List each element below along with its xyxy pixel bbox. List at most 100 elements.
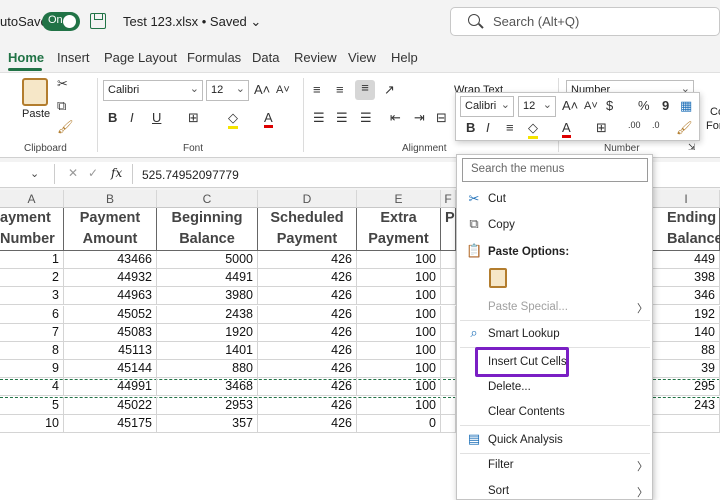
table-cell-payment-amount[interactable]: 45113	[64, 342, 157, 360]
header-cell-beginning-balance[interactable]: Beginning Balance	[157, 208, 258, 251]
tab-insert[interactable]: Insert	[57, 50, 90, 65]
header-cell-extra-payment[interactable]: Extra Payment	[357, 208, 441, 251]
table-cell-payment-amount[interactable]: 45022	[64, 396, 157, 415]
file-title[interactable]: Test 123.xlsx • Saved ⌄	[123, 14, 261, 30]
table-cell-payment-amount[interactable]: 45083	[64, 323, 157, 342]
mini-fill-color-icon[interactable]: ◇	[528, 120, 538, 139]
table-cell-scheduled-payment[interactable]: 426	[258, 251, 357, 269]
format-painter-icon[interactable]: 🖌	[57, 119, 74, 135]
dialog-launcher-icon[interactable]: ⇲	[688, 142, 696, 153]
table-cell-payment-amount[interactable]: 45052	[64, 305, 157, 324]
decrease-decimal-icon[interactable]: .0	[652, 120, 660, 130]
mini-decrease-font-icon[interactable]: A˅	[584, 100, 598, 112]
table-cell-scheduled-payment[interactable]: 426	[258, 360, 357, 379]
table-cell-f[interactable]	[441, 323, 456, 342]
table-cell-beginning-balance[interactable]: 2438	[157, 305, 258, 324]
header-cell-payment-amount[interactable]: Payment Amount	[64, 208, 157, 251]
table-cell-scheduled-payment[interactable]: 426	[258, 414, 357, 433]
format-cells-icon[interactable]: ▦	[680, 98, 692, 114]
table-cell-ending-balance[interactable]	[653, 414, 720, 433]
increase-decimal-icon[interactable]: .00	[628, 120, 641, 130]
table-cell-scheduled-payment[interactable]: 426	[258, 396, 357, 415]
table-cell-beginning-balance[interactable]: 2953	[157, 396, 258, 415]
table-cell-ending-balance[interactable]: 346	[653, 287, 720, 306]
table-cell-f[interactable]	[441, 342, 456, 360]
table-cell-extra-payment[interactable]: 100	[357, 360, 441, 379]
font-name-dropdown[interactable]: Calibri	[103, 80, 203, 101]
table-cell-beginning-balance[interactable]: 357	[157, 414, 258, 433]
underline-icon[interactable]: U	[152, 110, 161, 125]
percent-icon[interactable]: %	[638, 98, 650, 113]
copy-icon[interactable]: ⧉	[57, 98, 66, 114]
table-cell-ending-balance[interactable]: 39	[653, 360, 720, 379]
table-cell-payment-number[interactable]: 3	[0, 287, 64, 306]
table-cell-f[interactable]	[441, 378, 456, 397]
table-cell-scheduled-payment[interactable]: 426	[258, 342, 357, 360]
mini-font-size-dropdown[interactable]: 12	[518, 96, 556, 117]
header-cell-payment-number[interactable]: ayment Number	[0, 208, 64, 251]
comma-style-icon[interactable]: 9	[662, 98, 669, 113]
menu-item-delete[interactable]: Delete...	[488, 381, 531, 393]
decrease-indent-icon[interactable]: ⇤	[390, 110, 401, 126]
table-cell-scheduled-payment[interactable]: 426	[258, 305, 357, 324]
table-cell-ending-balance[interactable]: 449	[653, 251, 720, 269]
tab-review[interactable]: Review	[294, 50, 337, 65]
mini-bold-icon[interactable]: B	[466, 120, 475, 135]
table-cell-scheduled-payment[interactable]: 426	[258, 378, 357, 397]
mini-font-name-dropdown[interactable]: Calibri	[460, 96, 514, 117]
paste-button[interactable]: Paste	[22, 108, 50, 120]
merge-center-icon[interactable]: ⊟	[436, 110, 447, 126]
table-cell-beginning-balance[interactable]: 880	[157, 360, 258, 379]
fill-color-icon[interactable]: ◇	[228, 110, 238, 129]
conditional-formatting-button[interactable]: Co	[710, 106, 720, 118]
column-header-d[interactable]: D	[258, 190, 357, 208]
table-cell-f[interactable]	[441, 396, 456, 415]
table-cell-scheduled-payment[interactable]: 426	[258, 287, 357, 306]
header-cell-scheduled-payment[interactable]: Scheduled Payment	[258, 208, 357, 251]
table-cell-scheduled-payment[interactable]: 426	[258, 323, 357, 342]
table-cell-payment-number[interactable]: 4	[0, 378, 64, 397]
table-cell-ending-balance[interactable]: 192	[653, 305, 720, 324]
table-cell-beginning-balance[interactable]: 3980	[157, 287, 258, 306]
mini-italic-icon[interactable]: I	[486, 120, 490, 135]
borders-icon[interactable]: ⊞	[188, 110, 199, 126]
table-cell-ending-balance[interactable]: 295	[653, 378, 720, 397]
cancel-icon[interactable]: ✕	[68, 166, 78, 180]
table-cell-ending-balance[interactable]: 140	[653, 323, 720, 342]
middle-align-icon[interactable]: ≡	[336, 82, 344, 97]
header-cell-ending-balance[interactable]: Ending Balance	[653, 208, 720, 251]
table-cell-beginning-balance[interactable]: 1920	[157, 323, 258, 342]
mini-font-color-icon[interactable]: A	[562, 120, 571, 138]
mini-borders-icon[interactable]: ⊞	[596, 120, 607, 136]
tab-page-layout[interactable]: Page Layout	[104, 50, 177, 65]
menu-item-quick-analysis[interactable]: Quick Analysis	[488, 434, 563, 446]
table-cell-extra-payment[interactable]: 100	[357, 269, 441, 288]
search-input[interactable]: Search (Alt+Q)	[493, 14, 579, 29]
column-header-f[interactable]: F	[441, 190, 456, 208]
decrease-font-icon[interactable]: A˅	[276, 84, 290, 96]
menu-item-paste-special[interactable]: Paste Special...	[488, 301, 568, 313]
table-cell-payment-amount[interactable]: 45144	[64, 360, 157, 379]
column-header-i[interactable]: I	[653, 190, 720, 208]
table-cell-extra-payment[interactable]: 100	[357, 251, 441, 269]
column-header-b[interactable]: B	[64, 190, 157, 208]
enter-icon[interactable]: ✓	[88, 166, 98, 180]
paste-icon[interactable]	[22, 78, 48, 106]
cut-icon[interactable]: ✂	[57, 76, 68, 92]
menu-item-sort[interactable]: Sort	[488, 485, 509, 497]
menu-item-copy[interactable]: Copy	[488, 219, 515, 231]
table-cell-payment-amount[interactable]: 45175	[64, 414, 157, 433]
table-cell-beginning-balance[interactable]: 3468	[157, 378, 258, 397]
save-icon[interactable]	[90, 13, 106, 29]
column-header-a[interactable]: A	[0, 190, 64, 208]
mini-align-icon[interactable]: ≡	[506, 120, 514, 135]
top-align-icon[interactable]: ≡	[313, 82, 321, 97]
table-cell-f[interactable]	[441, 414, 456, 433]
table-cell-payment-number[interactable]: 9	[0, 360, 64, 379]
table-cell-payment-number[interactable]: 7	[0, 323, 64, 342]
table-cell-extra-payment[interactable]: 0	[357, 414, 441, 433]
table-cell-f[interactable]	[441, 305, 456, 324]
table-cell-f[interactable]	[441, 360, 456, 379]
table-cell-beginning-balance[interactable]: 5000	[157, 251, 258, 269]
table-cell-payment-number[interactable]: 2	[0, 269, 64, 288]
